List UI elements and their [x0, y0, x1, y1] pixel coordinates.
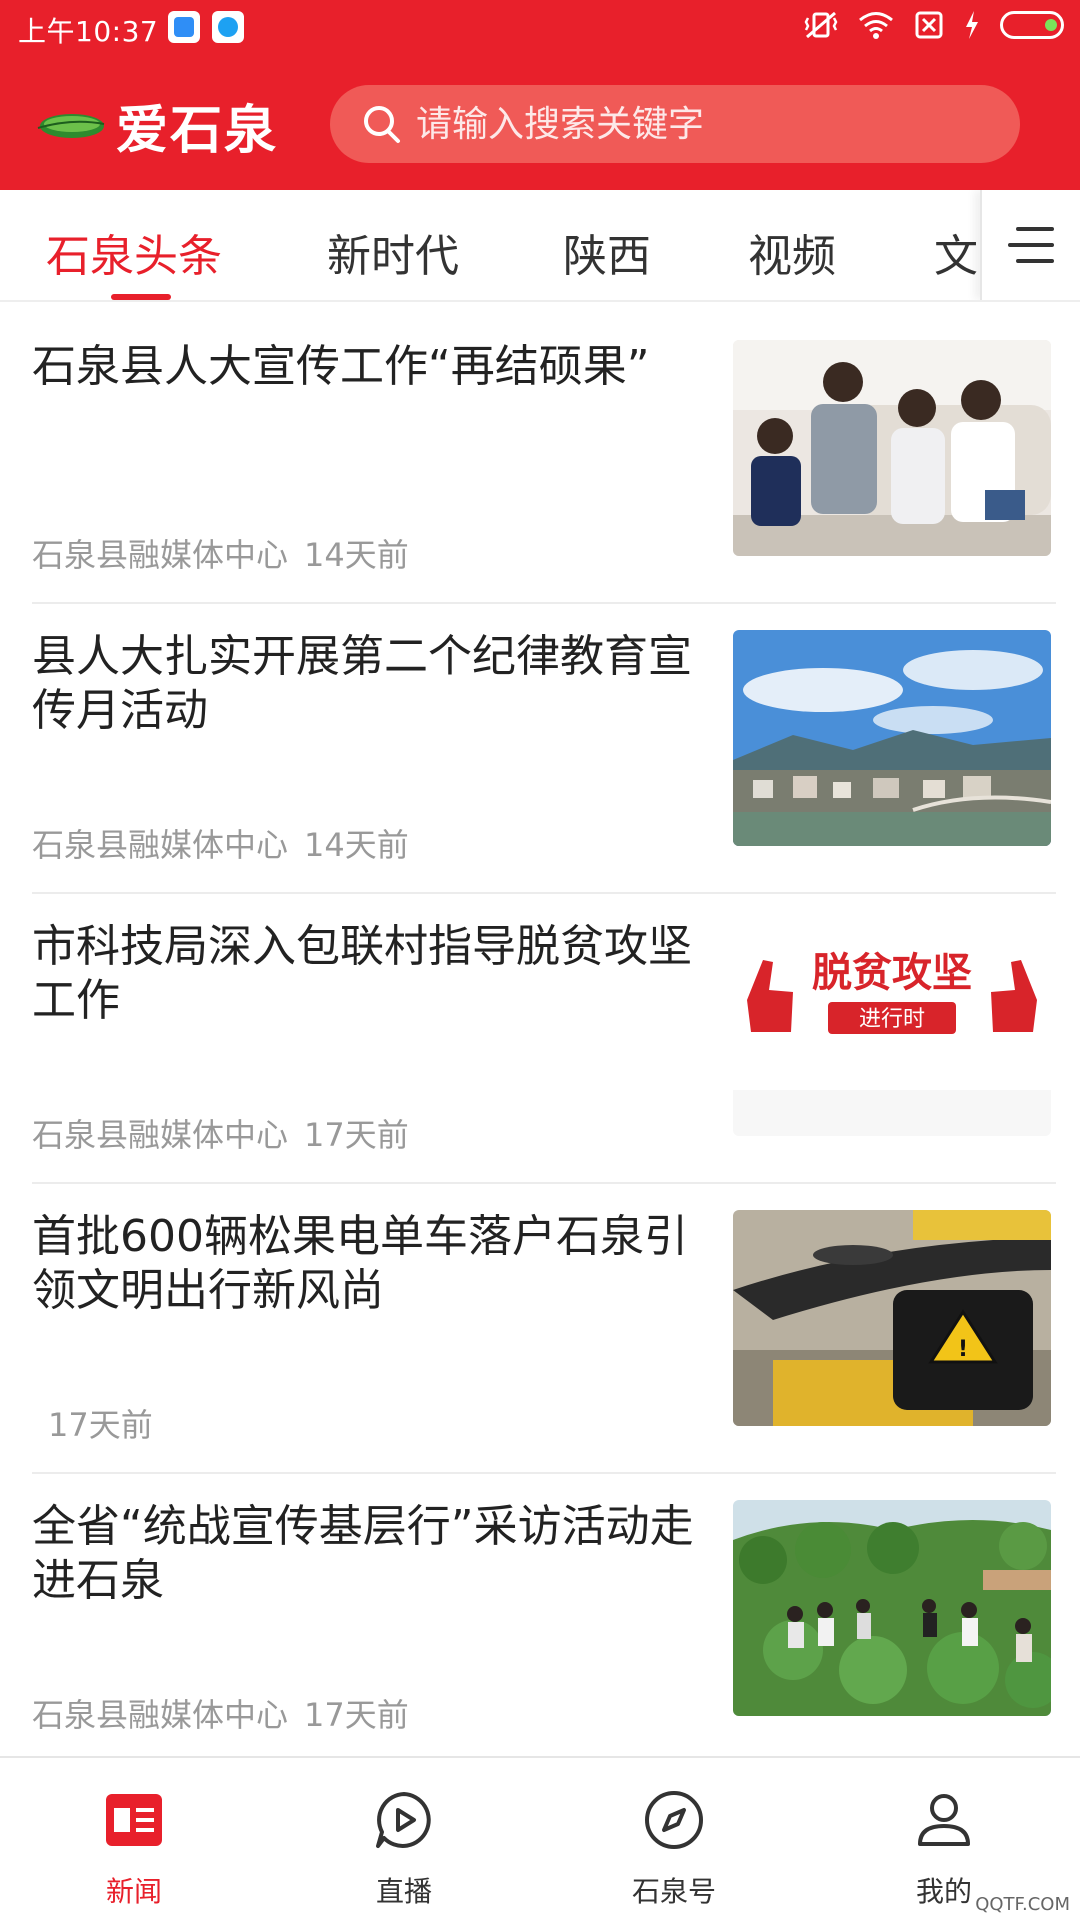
- news-source: 石泉县融媒体中心: [32, 1116, 289, 1154]
- nav-live-label: 直播: [375, 1875, 432, 1908]
- news-time: 17天前: [48, 1406, 153, 1444]
- news-title: 县人大扎实开展第二个纪律教育宣传月活动: [32, 631, 692, 736]
- news-thumbnail-poverty-banner: 脱贫攻坚 进行时: [733, 920, 1051, 1136]
- tab-shaanxi[interactable]: 陕西: [563, 220, 651, 284]
- vibrate-mute-icon: [804, 11, 838, 39]
- news-title: 市科技局深入包联村指导脱贫攻坚工作: [32, 921, 692, 1026]
- news-item[interactable]: 首批600辆松果电单车落户石泉引领文明出行新风尚 17天前 !: [0, 1184, 1080, 1474]
- live-play-icon: [376, 1792, 431, 1848]
- news-meta: 石泉县融媒体中心 14天前: [32, 530, 409, 576]
- news-source: 石泉县融媒体中心: [32, 1696, 289, 1734]
- news-thumbnail-electric-bike: !: [733, 1210, 1051, 1426]
- notification-app-icon: [168, 11, 200, 43]
- app-name: 爱石泉: [116, 99, 279, 161]
- status-time: 上午10:37: [18, 15, 159, 48]
- news-title: 全省“统战宣传基层行”采访活动走进石泉: [32, 1501, 694, 1606]
- news-title: 首批600辆松果电单车落户石泉引领文明出行新风尚: [32, 1211, 688, 1316]
- news-item[interactable]: 市科技局深入包联村指导脱贫攻坚工作 石泉县融媒体中心 17天前 脱贫攻坚 进行时: [0, 894, 1080, 1184]
- news-icon: [106, 1794, 162, 1846]
- nav-shiquan-account[interactable]: 石泉号: [574, 1758, 774, 1920]
- no-sim-icon: [915, 11, 943, 39]
- nav-news[interactable]: 新闻: [34, 1758, 234, 1920]
- charging-icon: [966, 11, 978, 39]
- news-item[interactable]: 县人大扎实开展第二个纪律教育宣传月活动 石泉县融媒体中心 14天前: [0, 604, 1080, 894]
- wifi-icon: [859, 12, 893, 39]
- compass-icon: [645, 1791, 703, 1849]
- news-title: 石泉县人大宣传工作“再结硕果”: [32, 341, 650, 392]
- status-bar: 上午10:37: [0, 0, 1080, 55]
- news-time: 17天前: [304, 1696, 409, 1734]
- news-source: 石泉县融媒体中心: [32, 826, 289, 864]
- notification-browser-icon: [212, 11, 244, 43]
- news-item[interactable]: 全省“统战宣传基层行”采访活动走进石泉 石泉县融媒体中心 17天前: [0, 1474, 1080, 1764]
- news-source: 石泉县融媒体中心: [32, 536, 289, 574]
- news-time: 14天前: [304, 826, 409, 864]
- nav-news-label: 新闻: [105, 1875, 162, 1908]
- nav-shiquan-account-label: 石泉号: [631, 1875, 716, 1908]
- search-icon: [364, 106, 400, 143]
- tab-new-era[interactable]: 新时代: [327, 220, 459, 284]
- banner-title: 脱贫攻坚: [812, 949, 972, 996]
- user-icon: [918, 1794, 970, 1846]
- channel-menu-button[interactable]: [980, 190, 1080, 300]
- status-icons: [804, 10, 1064, 40]
- tab-culture[interactable]: 文: [934, 220, 978, 284]
- app-header: 上午10:37 爱石泉 请输入搜索关键字: [0, 0, 1080, 190]
- watermark: QQTF.COM: [975, 1894, 1070, 1915]
- news-meta: 石泉县融媒体中心 17天前: [32, 1690, 409, 1736]
- news-meta: 石泉县融媒体中心 17天前: [32, 1110, 409, 1156]
- news-time: 17天前: [304, 1116, 409, 1154]
- news-thumbnail-family-photo: [733, 340, 1051, 556]
- tab-shiquan-headlines[interactable]: 石泉头条: [46, 220, 222, 284]
- news-item[interactable]: 石泉县人大宣传工作“再结硕果” 石泉县融媒体中心 14天前: [0, 314, 1080, 604]
- nav-live[interactable]: 直播: [304, 1758, 504, 1920]
- search-input[interactable]: [416, 103, 996, 145]
- svg-text:!: !: [958, 1337, 968, 1362]
- channel-tabs: 石泉头条 新时代 陕西 视频 文: [0, 190, 1080, 302]
- tab-video[interactable]: 视频: [748, 220, 836, 284]
- active-tab-indicator: [111, 294, 171, 300]
- news-meta: 17天前: [32, 1400, 153, 1446]
- news-thumbnail-city-landscape: [733, 630, 1051, 846]
- bottom-nav: 新闻 直播 石泉号 我的: [0, 1756, 1080, 1920]
- news-meta: 石泉县融媒体中心 14天前: [32, 820, 409, 866]
- app-bar: 爱石泉: [0, 55, 1080, 190]
- news-thumbnail-field-visit: [733, 1500, 1051, 1716]
- news-list: 石泉县人大宣传工作“再结硕果” 石泉县融媒体中心 14天前 县人大扎实开展第二个…: [0, 314, 1080, 1764]
- news-time: 14天前: [304, 536, 409, 574]
- search-bar[interactable]: [330, 85, 1020, 163]
- app-logo[interactable]: 爱石泉: [34, 90, 279, 161]
- banner-subtitle: 进行时: [859, 1007, 925, 1032]
- battery-icon: [1000, 11, 1064, 39]
- leaf-logo-icon: [37, 114, 105, 138]
- menu-icon: [1008, 227, 1054, 263]
